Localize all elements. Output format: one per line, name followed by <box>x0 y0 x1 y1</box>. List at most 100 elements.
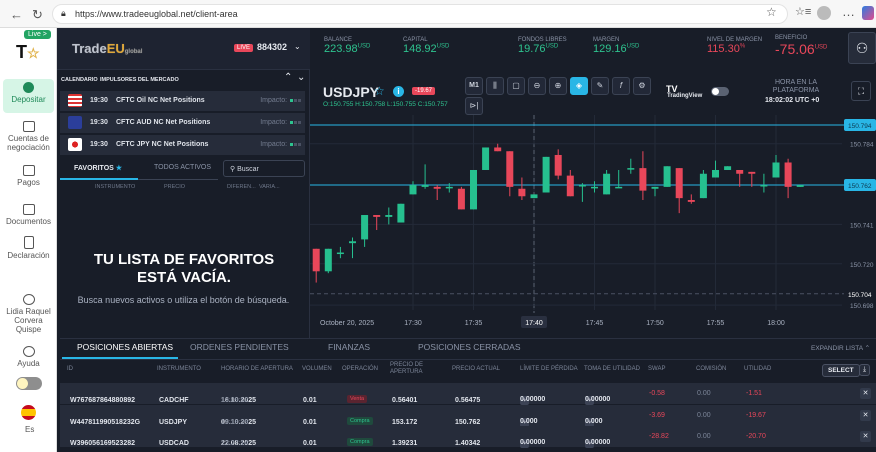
copilot-icon[interactable] <box>862 6 874 20</box>
platform-time: 18:02:02 UTC +0 <box>765 97 820 104</box>
zoom-in-icon[interactable]: ⊕ <box>549 77 567 95</box>
search-icon: ⚲ <box>230 166 236 173</box>
candle-body <box>421 185 429 187</box>
column-header[interactable]: SWAP <box>648 366 665 373</box>
price-chart[interactable]: 17:30 17:35 17:40 17:45 17:50 17:55 18:00 Octob… <box>310 115 876 340</box>
column-header[interactable]: LÍMITE DE PÉRDIDA <box>520 366 578 373</box>
position-row[interactable]: W767687864880892 CADCHF 16.10.2025 19:09:5… <box>60 383 876 405</box>
event-title: CFTC Oil NC Net Positions <box>116 97 205 104</box>
profile-avatar[interactable] <box>817 6 831 20</box>
select-button[interactable]: SELECT <box>822 364 860 377</box>
chevron-down-icon[interactable]: ⌄ <box>294 42 301 51</box>
chevron-up-icon[interactable]: ⌃ <box>284 72 292 83</box>
tab-posiciones-abiertas[interactable]: POSICIONES ABIERTAS <box>77 342 173 352</box>
candle-body <box>748 171 756 174</box>
column-header[interactable]: COMISIÓN <box>696 366 726 373</box>
settings-gear-icon[interactable]: ⚙ <box>633 77 651 95</box>
calendar-event[interactable]: 19:30 CFTC AUD NC Net Positions Impacto: <box>60 113 305 133</box>
column-header[interactable]: PRECIO ACTUAL <box>452 366 500 373</box>
tab-todos-activos[interactable]: TODOS ACTIVOS <box>138 160 218 180</box>
help-link[interactable]: Ayuda <box>3 346 54 368</box>
favorite-star-icon[interactable]: ☆ <box>374 84 385 98</box>
go-to-realtime-icon[interactable]: ⊳| <box>465 97 483 115</box>
col-variacion[interactable]: VARIA... <box>259 184 280 190</box>
candle-body <box>639 168 647 191</box>
lock-icon: 🔒︎ <box>61 8 66 18</box>
position-row[interactable]: W447811990518232G USDJPY 09.10.2025 19:18:… <box>60 404 876 427</box>
col-diferencia[interactable]: DIFEREN... <box>227 184 256 190</box>
column-header[interactable]: VOLUMEN <box>302 366 332 373</box>
more-icon[interactable]: … <box>842 4 855 19</box>
theme-toggle[interactable] <box>16 377 42 390</box>
x-tick-label: 17:35 <box>465 320 483 327</box>
tab-ordenes-pendientes[interactable]: ORDENES PENDIENTES <box>190 342 289 352</box>
column-header[interactable]: OPERACIÓN <box>342 366 378 373</box>
candle-body <box>603 173 611 195</box>
crosshair-icon[interactable]: ◈ <box>570 77 588 95</box>
column-header[interactable]: TOMA DE UTILIDAD <box>584 366 640 373</box>
column-header[interactable]: INSTRUMENTO <box>157 366 201 373</box>
sidebar-item-pagos[interactable]: Pagos <box>3 165 54 187</box>
expand-list-button[interactable]: EXPANDIR LISTA ⌃ <box>811 344 870 352</box>
square-icon[interactable]: ▢ <box>507 77 525 95</box>
commission: 0.00 <box>697 411 711 419</box>
col-precio[interactable]: PRECIO <box>164 184 185 190</box>
col-instrumento[interactable]: INSTRUMENTO <box>95 184 135 190</box>
address-bar[interactable]: 🔒︎ https://www.tradeeuglobal.net/client-a… <box>52 4 788 24</box>
column-header[interactable]: HORARIO DE APERTURA <box>221 366 293 373</box>
candle-body <box>687 200 695 202</box>
sidebar-item-declaracion[interactable]: Declaración <box>3 236 54 260</box>
tab-finanzas[interactable]: FINANZAS <box>328 342 370 352</box>
spain-flag-icon[interactable] <box>21 405 36 420</box>
language-label[interactable]: Es <box>25 425 34 434</box>
search-input[interactable]: ⚲ Buscar <box>223 160 305 177</box>
column-header[interactable]: ID <box>67 366 73 373</box>
favorite-star-icon[interactable]: ☆ <box>766 5 777 19</box>
indicators-icon[interactable]: f <box>612 77 630 95</box>
calendar-event[interactable]: 19:30 CFTC JPY NC Net Positions Impacto: <box>60 135 305 155</box>
reload-icon[interactable]: ↻ <box>32 7 43 23</box>
swap: -3.69 <box>649 411 665 419</box>
candle-body <box>445 186 453 189</box>
platform-time-label: HORA EN LA PLATAFORMA <box>772 79 820 94</box>
calendar-event[interactable]: 19:30 CFTC Oil NC Net Positions Impacto: <box>60 91 305 111</box>
help-label: Ayuda <box>17 359 40 368</box>
fullscreen-icon[interactable]: ⛶ <box>851 81 871 101</box>
candle-body <box>796 185 804 187</box>
pencil-icon[interactable]: ✎ <box>591 77 609 95</box>
close-position-icon[interactable]: ✕ <box>860 409 871 421</box>
user-profile[interactable]: Lidia Raquel Corvera Quispe <box>3 294 54 334</box>
column-header[interactable]: PRECIO DE APERTURA <box>390 362 430 376</box>
position-row[interactable]: W396056169523282 USDCAD 22.08.2025 13:27:1… <box>60 426 876 448</box>
operation-badge: Compra <box>344 431 373 446</box>
y-tick-label: 150.741 <box>850 222 874 229</box>
download-icon[interactable]: ⤓ <box>859 364 871 376</box>
y-tick-label: 150.784 <box>850 142 874 149</box>
user-account-button[interactable]: ⚇ <box>848 32 876 64</box>
profit: -19.67 <box>746 411 766 419</box>
candle-body <box>336 252 344 255</box>
candles-icon[interactable]: ⫼ <box>486 77 504 95</box>
sidebar-item-cuentas[interactable]: Cuentas de negociación <box>3 121 54 152</box>
close-position-icon[interactable]: ✕ <box>860 431 871 442</box>
favorites-icon[interactable]: ☆≡ <box>795 5 811 18</box>
account-number[interactable]: 884302 <box>257 42 287 52</box>
event-time: 19:30 <box>90 141 108 148</box>
candle-body <box>506 151 514 187</box>
tab-impulsores[interactable]: IMPULSORES DEL MERCADO <box>100 77 179 83</box>
close-position-icon[interactable]: ✕ <box>860 388 871 399</box>
chevron-down-icon[interactable]: ⌄ <box>297 72 305 83</box>
tab-calendario[interactable]: CALENDARIO <box>61 77 98 83</box>
tab-posiciones-cerradas[interactable]: POSICIONES CERRADAS <box>418 342 521 352</box>
sidebar-item-depositar[interactable]: Depositar <box>3 79 54 113</box>
back-icon[interactable]: ← <box>10 7 23 22</box>
tab-favoritos[interactable]: FAVORITOS ★ <box>60 160 138 180</box>
tradingview-toggle[interactable] <box>711 87 729 96</box>
timeframe-button[interactable]: M1 <box>465 77 483 95</box>
column-header[interactable]: UTILIDAD <box>744 366 771 373</box>
sidebar-item-documentos[interactable]: Documentos <box>3 204 54 226</box>
zoom-out-icon[interactable]: ⊖ <box>528 77 546 95</box>
commission: 0.00 <box>697 433 711 440</box>
info-icon[interactable]: i <box>393 86 404 97</box>
live-badge[interactable]: Live > <box>24 30 51 39</box>
